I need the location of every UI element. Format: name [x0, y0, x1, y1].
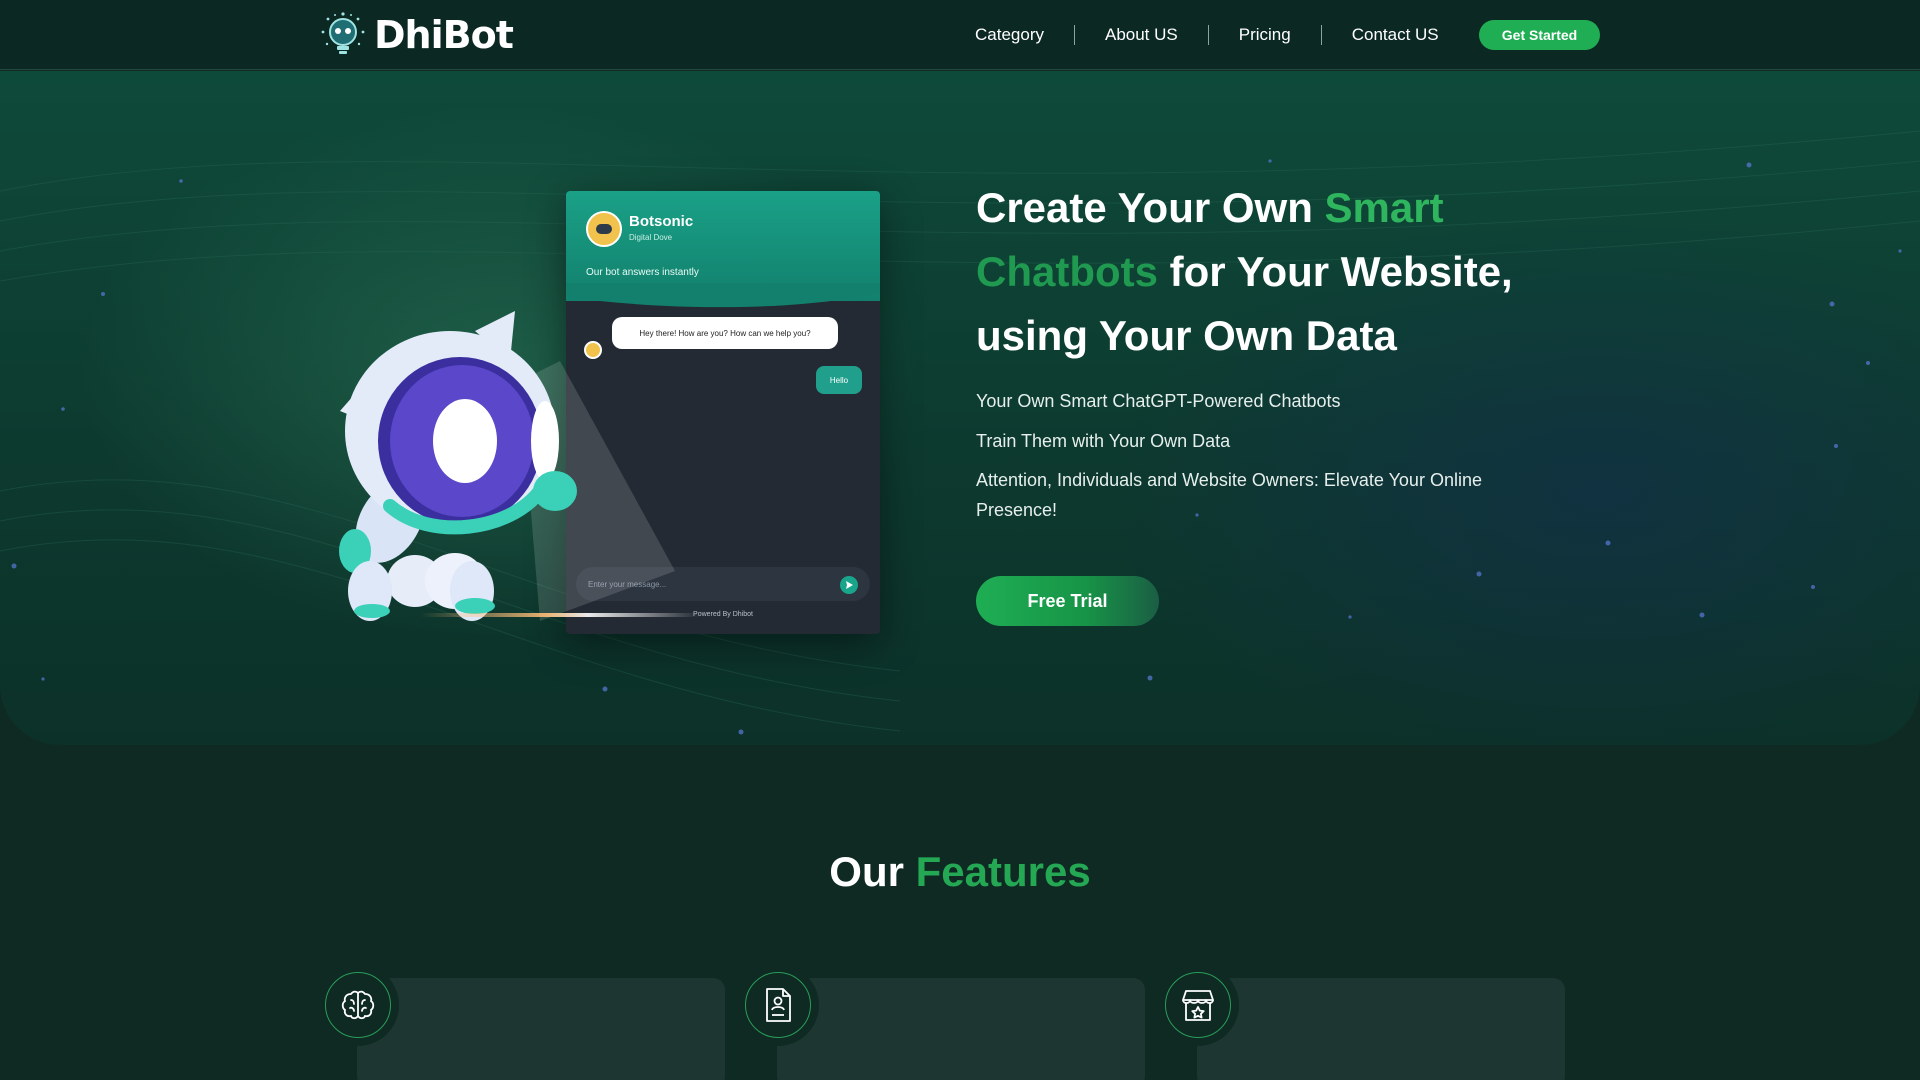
nav-link-contact-us[interactable]: Contact US — [1322, 25, 1469, 45]
headline-highlight-smart: Smart — [1324, 184, 1444, 231]
chat-header-wave — [566, 283, 880, 308]
hero-subline-2: Train Them with Your Own Data — [976, 431, 1231, 451]
headline-highlight-chatbots: Chatbots — [976, 248, 1158, 295]
bot-avatar — [586, 211, 622, 247]
feature-card-1[interactable] — [357, 978, 725, 1080]
robot-mascot-illustration — [339, 311, 577, 621]
chat-bot-subtitle: Digital Dove — [629, 233, 673, 242]
send-icon[interactable] — [840, 576, 858, 594]
free-trial-button[interactable]: Free Trial — [976, 576, 1159, 626]
nav-link-about-us[interactable]: About US — [1075, 25, 1208, 45]
feature-card-3[interactable] — [1197, 978, 1565, 1080]
features-title-accent: Features — [915, 848, 1091, 895]
robot-ground-glow — [420, 613, 700, 617]
hero-section: Botsonic Digital Dove Our bot answers in… — [0, 71, 1920, 745]
hero-background-pattern — [0, 130, 1920, 735]
main-nav: Category About US Pricing Contact US — [945, 0, 1469, 70]
nav-link-pricing[interactable]: Pricing — [1209, 25, 1321, 45]
storefront-star-icon — [1165, 972, 1231, 1038]
nav-link-category[interactable]: Category — [945, 25, 1074, 45]
brand-name: DhiBot — [374, 13, 514, 57]
bot-message-bubble: Hey there! How are you? How can we help … — [612, 317, 838, 349]
chat-tagline: Our bot answers instantly — [586, 267, 699, 278]
get-started-button[interactable]: Get Started — [1479, 20, 1600, 50]
brand-logo[interactable]: DhiBot — [318, 10, 514, 60]
brain-icon — [325, 972, 391, 1038]
feature-card-2[interactable] — [777, 978, 1145, 1080]
features-section-title: Our Features — [0, 848, 1920, 896]
chat-bot-name: Botsonic — [629, 213, 694, 230]
hero-subline-1: Your Own Smart ChatGPT-Powered Chatbots — [976, 391, 1341, 411]
robot-bulb-icon — [321, 12, 365, 54]
document-user-icon — [745, 972, 811, 1038]
features-title-part-1: Our — [829, 848, 916, 895]
hero-headline: Create Your Own Smart Chatbots for Your W… — [976, 176, 1596, 368]
bot-avatar-face — [596, 224, 612, 234]
headline-part-1: Create Your Own — [976, 184, 1325, 231]
top-navbar: DhiBot Category About US Pricing Contact… — [0, 0, 1920, 70]
hero-subline-3: Attention, Individuals and Website Owner… — [976, 470, 1482, 520]
user-message-bubble: Hello — [816, 366, 862, 394]
